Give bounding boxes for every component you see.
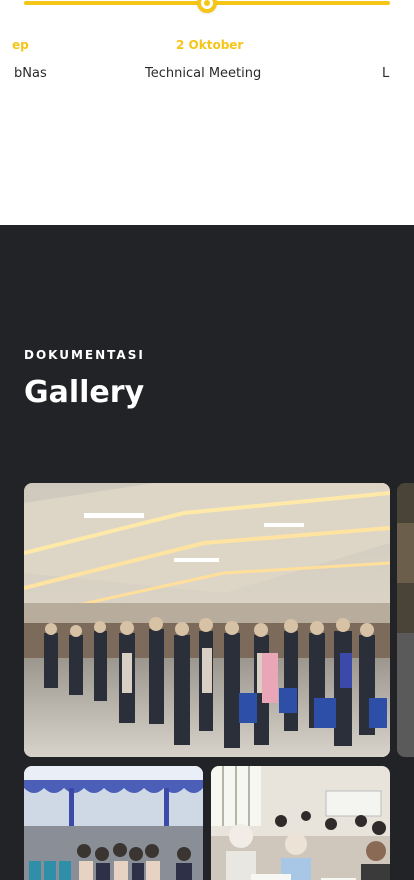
hall-ceremony-image bbox=[24, 483, 390, 757]
section-eyebrow: DOKUMENTASI bbox=[24, 348, 145, 362]
section-title: Gallery bbox=[24, 375, 145, 410]
timeline-event-next[interactable]: L bbox=[382, 66, 389, 81]
gallery-photo-main[interactable] bbox=[24, 483, 390, 757]
next-photo-image bbox=[397, 483, 414, 757]
timeline-date-prev: ep bbox=[12, 38, 29, 52]
classroom-test-image bbox=[211, 766, 390, 880]
gallery-photo-next-peek[interactable] bbox=[397, 483, 414, 757]
tent-audience-image bbox=[24, 766, 203, 880]
timeline-event-current[interactable]: Technical Meeting bbox=[145, 66, 261, 81]
timeline-event-prev[interactable]: bNas bbox=[14, 66, 47, 81]
gallery-photo-tent[interactable] bbox=[24, 766, 203, 880]
gallery-section: DOKUMENTASI Gallery bbox=[0, 225, 414, 880]
timeline-section: ep bNas 2 Oktober Technical Meeting L bbox=[0, 0, 414, 225]
gallery-photo-classroom[interactable] bbox=[211, 766, 390, 880]
timeline-date-current: 2 Oktober bbox=[176, 38, 244, 52]
timeline-active-marker[interactable] bbox=[197, 0, 217, 13]
